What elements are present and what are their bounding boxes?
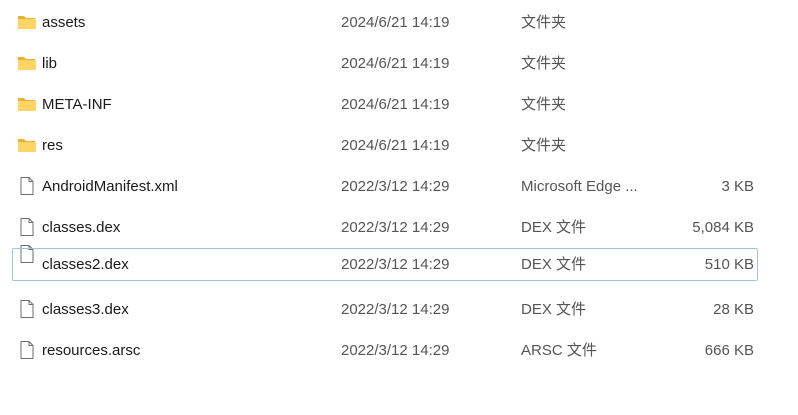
file-icon bbox=[17, 244, 37, 264]
file-name: AndroidManifest.xml bbox=[42, 178, 178, 195]
file-row-hovered[interactable]: classes2.dex 2022/3/12 14:29 DEX 文件 510 … bbox=[0, 245, 798, 289]
file-name: classes3.dex bbox=[42, 301, 129, 318]
folder-icon bbox=[17, 135, 37, 155]
file-size: 3 KB bbox=[721, 178, 754, 195]
file-modified: 2022/3/12 14:29 bbox=[341, 256, 450, 273]
file-name: classes2.dex bbox=[42, 256, 129, 273]
file-size bbox=[660, 84, 754, 125]
file-size: 5,084 KB bbox=[692, 219, 754, 236]
file-row[interactable]: assets 2024/6/21 14:19 文件夹 bbox=[0, 2, 798, 43]
file-icon bbox=[17, 299, 37, 319]
file-name: classes.dex bbox=[42, 219, 121, 236]
file-type: 文件夹 bbox=[521, 137, 567, 154]
folder-icon bbox=[17, 53, 37, 73]
file-modified: 2022/3/12 14:29 bbox=[341, 178, 450, 195]
file-list: assets 2024/6/21 14:19 文件夹 lib 2024/6/21… bbox=[0, 0, 798, 415]
file-type: DEX 文件 bbox=[521, 219, 587, 236]
file-modified: 2024/6/21 14:19 bbox=[341, 55, 450, 72]
file-row[interactable]: res 2024/6/21 14:19 文件夹 bbox=[0, 125, 798, 166]
file-row[interactable]: lib 2024/6/21 14:19 文件夹 bbox=[0, 43, 798, 84]
file-modified: 2022/3/12 14:29 bbox=[341, 219, 450, 236]
file-size: 28 KB bbox=[713, 301, 754, 318]
file-size bbox=[660, 2, 754, 43]
file-row[interactable]: classes3.dex 2022/3/12 14:29 DEX 文件 28 K… bbox=[0, 289, 798, 330]
file-name: assets bbox=[42, 14, 86, 31]
file-size: 510 KB bbox=[704, 256, 754, 273]
file-row[interactable]: resources.arsc 2022/3/12 14:29 ARSC 文件 6… bbox=[0, 330, 798, 371]
file-size bbox=[660, 43, 754, 84]
file-modified: 2022/3/12 14:29 bbox=[341, 342, 450, 359]
file-row[interactable]: AndroidManifest.xml 2022/3/12 14:29 Micr… bbox=[0, 166, 798, 207]
file-type: DEX 文件 bbox=[521, 301, 587, 318]
file-name: resources.arsc bbox=[42, 342, 141, 359]
file-row[interactable]: META-INF 2024/6/21 14:19 文件夹 bbox=[0, 84, 798, 125]
file-modified: 2024/6/21 14:19 bbox=[341, 14, 450, 31]
file-name: lib bbox=[42, 55, 58, 72]
folder-icon bbox=[17, 12, 37, 32]
file-icon bbox=[17, 217, 37, 237]
file-row[interactable]: classes.dex 2022/3/12 14:29 DEX 文件 5,084… bbox=[0, 207, 798, 248]
folder-icon bbox=[17, 94, 37, 114]
file-size bbox=[660, 125, 754, 166]
file-type: ARSC 文件 bbox=[521, 342, 597, 359]
file-type: 文件夹 bbox=[521, 14, 567, 31]
file-size: 666 KB bbox=[704, 342, 754, 359]
file-icon bbox=[17, 340, 37, 360]
file-modified: 2024/6/21 14:19 bbox=[341, 137, 450, 154]
file-modified: 2024/6/21 14:19 bbox=[341, 96, 450, 113]
file-modified: 2022/3/12 14:29 bbox=[341, 301, 450, 318]
file-type: 文件夹 bbox=[521, 96, 567, 113]
file-type: DEX 文件 bbox=[521, 256, 587, 273]
file-name: META-INF bbox=[42, 96, 112, 113]
file-type: 文件夹 bbox=[521, 55, 567, 72]
file-icon bbox=[17, 176, 37, 196]
file-name: res bbox=[42, 137, 63, 154]
file-type: Microsoft Edge ... bbox=[521, 178, 638, 195]
